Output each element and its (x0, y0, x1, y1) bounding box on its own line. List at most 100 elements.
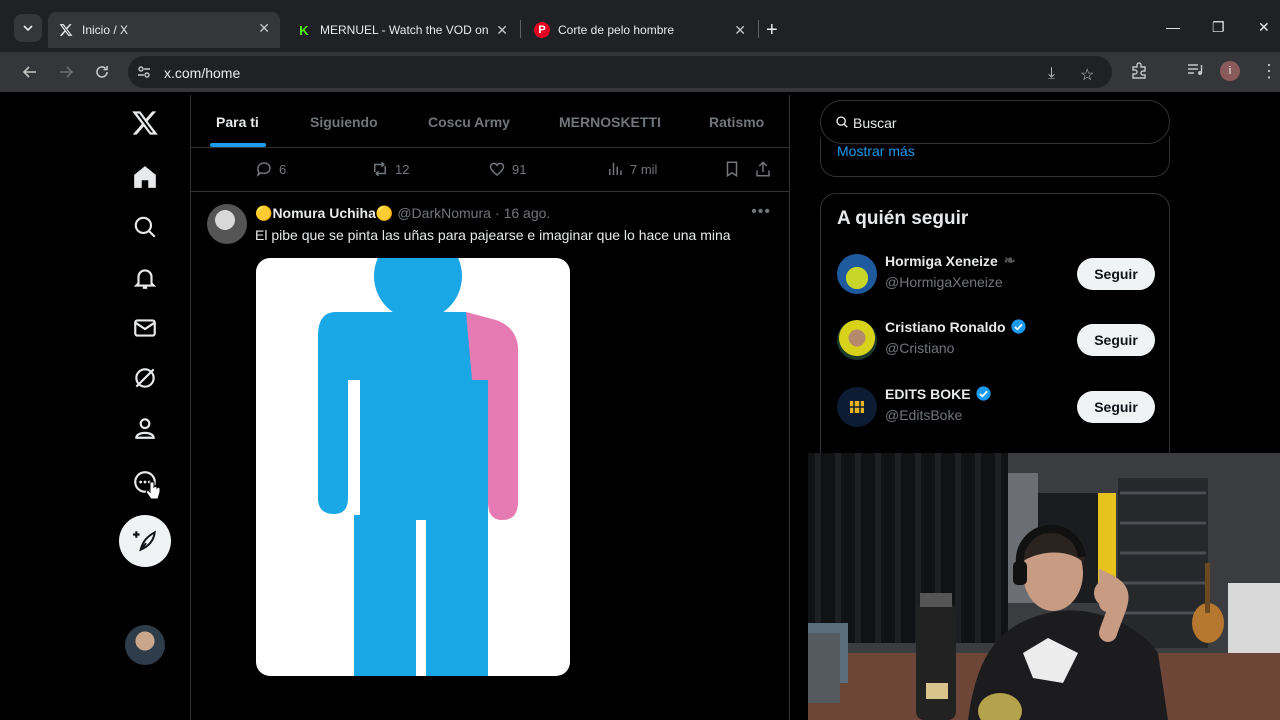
tweet-separator: · (494, 205, 500, 221)
reload-button[interactable] (91, 61, 113, 83)
follow-button[interactable]: Seguir (1077, 391, 1155, 423)
close-tab-icon[interactable]: ✕ (734, 22, 746, 39)
bookmark-button[interactable] (723, 160, 741, 178)
feed-tab-bar: Para ti Siguiendo Coscu Army MERNOSKETTI… (191, 95, 789, 148)
notifications-bell-icon[interactable] (130, 263, 160, 293)
follow-suggestion[interactable]: EDITS BOKE @EditsBoke Seguir (837, 383, 1155, 433)
tweet-date[interactable]: 16 ago. (504, 205, 551, 221)
browser-tab-x[interactable]: Inicio / X ✕ (48, 12, 280, 48)
name-emoji-suffix: 🟡 (375, 205, 394, 221)
forward-button[interactable] (55, 61, 77, 83)
x-logo-icon[interactable] (130, 108, 160, 138)
tab-title: Inicio / X (82, 23, 129, 37)
close-tab-icon[interactable]: ✕ (496, 22, 508, 39)
reload-icon (96, 66, 108, 78)
tab-para-ti[interactable]: Para ti (216, 114, 259, 130)
messages-mail-icon[interactable] (130, 313, 160, 343)
post-compose-button[interactable] (119, 515, 171, 567)
name-emoji-prefix: 🟡 (255, 205, 273, 221)
webcam-scene-illustration (808, 453, 1280, 720)
more-options-icon[interactable] (130, 467, 161, 500)
kick-logo-icon: K (299, 22, 309, 38)
suggestion-avatar[interactable] (837, 320, 877, 360)
tweet-author-avatar[interactable] (207, 204, 247, 244)
browser-tab-pinterest[interactable]: P Corte de pelo hombre ✕ (524, 14, 756, 46)
suggestion-name[interactable]: EDITS BOKE (885, 385, 992, 402)
boca-logo-icon (850, 401, 864, 413)
profile-avatar[interactable]: i (1220, 61, 1240, 81)
tweet-more-icon[interactable]: ••• (751, 203, 771, 221)
show-more-link[interactable]: Mostrar más (837, 143, 915, 159)
share-button[interactable] (754, 160, 772, 178)
suggestion-name[interactable]: Hormiga Xeneize ❧ (885, 252, 1016, 269)
browser-tab-kick[interactable]: K MERNUEL - Watch the VOD on ✕ (286, 14, 518, 46)
grok-icon[interactable] (130, 363, 160, 393)
active-tab-indicator (210, 143, 266, 147)
views-button[interactable]: 7 mil (606, 160, 657, 178)
home-icon[interactable] (130, 162, 160, 192)
follow-button[interactable]: Seguir (1077, 324, 1155, 356)
main-feed: Para ti Siguiendo Coscu Army MERNOSKETTI… (191, 95, 790, 720)
menu-kebab-icon[interactable]: ⋮ (1260, 61, 1278, 82)
feather-plus-icon (133, 530, 156, 552)
tab-mernosketti[interactable]: MERNOSKETTI (559, 114, 661, 130)
follow-suggestion[interactable]: Cristiano Ronaldo @Cristiano Seguir (837, 316, 1155, 366)
profile-person-icon[interactable] (130, 413, 160, 443)
bookmark-star-icon[interactable]: ☆ (1080, 65, 1094, 85)
reply-count: 6 (279, 161, 287, 177)
suggestion-handle: @HormigaXeneize (885, 274, 1003, 290)
verified-badge-icon (1010, 318, 1027, 335)
x-logo-icon (58, 22, 74, 38)
verified-badge-icon (975, 385, 992, 402)
tweet-author-handle[interactable]: @DarkNomura (397, 205, 491, 221)
bookmark-icon (726, 161, 738, 178)
tweet[interactable]: 🟡Nomura Uchiha🟡 @DarkNomura · 16 ago. ••• E… (191, 192, 789, 720)
media-controls-icon[interactable] (1186, 61, 1204, 84)
suggestion-handle: @EditsBoke (885, 407, 963, 423)
browser-toolbar: x.com/home ⤓ ☆ i ⋮ (0, 52, 1280, 92)
suggestion-avatar[interactable] (837, 254, 877, 294)
search-placeholder: Buscar (853, 115, 897, 131)
like-button[interactable]: 91 (488, 160, 526, 178)
tab-siguiendo[interactable]: Siguiendo (310, 114, 378, 130)
search-icon[interactable] (130, 212, 160, 242)
tweet-author-name[interactable]: 🟡Nomura Uchiha🟡 (255, 205, 393, 221)
close-window-button[interactable]: ✕ (1258, 19, 1270, 36)
views-count: 7 mil (630, 161, 658, 177)
site-settings-icon[interactable] (136, 64, 152, 80)
repost-icon (374, 161, 386, 177)
chevron-down-icon (23, 25, 33, 32)
repost-button[interactable]: 12 (371, 160, 409, 178)
search-input[interactable]: Buscar (820, 100, 1170, 144)
emoji-badge-icon: ❧ (1003, 252, 1016, 268)
arrow-left-icon (22, 66, 36, 78)
suggestion-avatar[interactable] (837, 387, 877, 427)
address-bar[interactable]: x.com/home ⤓ ☆ (128, 56, 1112, 88)
tab-coscu-army[interactable]: Coscu Army (428, 114, 510, 130)
reply-button[interactable]: 6 (255, 160, 286, 178)
search-icon (836, 116, 848, 128)
left-navigation (8, 95, 191, 720)
minimize-button[interactable]: — (1166, 19, 1180, 35)
reply-bubble-icon (256, 162, 271, 177)
tweet-image[interactable] (256, 258, 570, 676)
follow-suggestion[interactable]: Hormiga Xeneize ❧ @HormigaXeneize Seguir (837, 250, 1155, 300)
restore-button[interactable]: ❐ (1212, 19, 1225, 36)
pinterest-logo-icon: P (534, 22, 550, 38)
suggestion-name[interactable]: Cristiano Ronaldo (885, 318, 1027, 335)
who-to-follow-card: A quién seguir Hormiga Xeneize ❧ @Hormig… (820, 193, 1170, 473)
restroom-figure-illustration (318, 258, 518, 676)
repost-count: 12 (395, 161, 410, 177)
install-app-icon[interactable]: ⤓ (1048, 65, 1055, 83)
previous-tweet-actions: 6 12 91 7 mil (191, 148, 789, 192)
tweet-text: El pibe que se pinta las uñas para pajea… (255, 227, 731, 243)
webcam-overlay (808, 453, 1280, 720)
account-avatar[interactable] (125, 625, 165, 665)
new-tab-button[interactable]: + (766, 19, 778, 42)
follow-button[interactable]: Seguir (1077, 258, 1155, 290)
tab-search-button[interactable] (14, 14, 42, 42)
back-button[interactable] (19, 61, 41, 83)
extensions-icon[interactable] (1130, 61, 1148, 84)
close-tab-icon[interactable]: ✕ (258, 20, 270, 37)
tab-ratismo[interactable]: Ratismo (709, 114, 764, 130)
